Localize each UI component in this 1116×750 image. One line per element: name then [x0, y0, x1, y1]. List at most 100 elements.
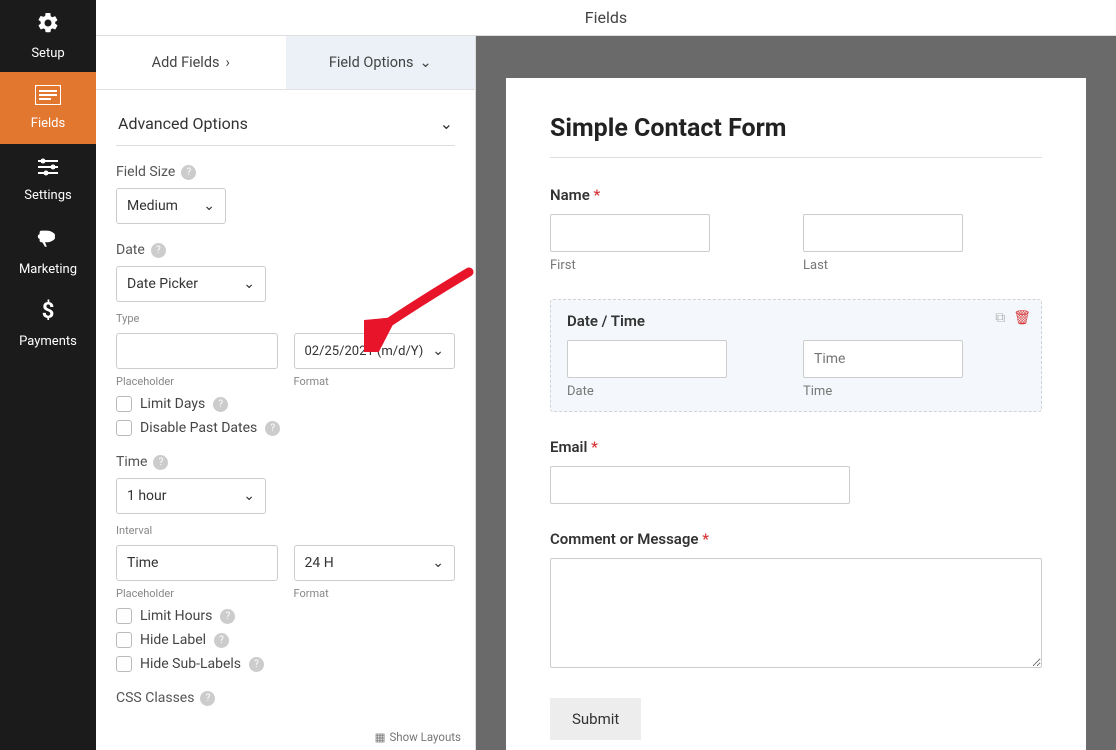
help-icon[interactable]: ? — [249, 657, 264, 672]
nav-payments[interactable]: $ Payments — [0, 288, 96, 360]
help-icon[interactable]: ? — [181, 165, 196, 180]
field-size-label: Field Size ? — [116, 164, 455, 180]
field-name[interactable]: Name * First Last — [550, 186, 1042, 273]
date-label: Date ? — [116, 242, 455, 258]
label-text: CSS Classes — [116, 690, 194, 706]
label-text: Email — [550, 438, 587, 456]
time-format-select[interactable]: 24 H ⌄ — [294, 545, 456, 581]
field-email[interactable]: Email * — [550, 438, 1042, 504]
divider — [550, 157, 1042, 158]
checkbox-label: Limit Days — [140, 396, 205, 412]
disable-past-dates-checkbox[interactable]: Disable Past Dates ? — [116, 420, 455, 436]
date-placeholder-input[interactable] — [116, 333, 278, 369]
name-first-input[interactable] — [550, 214, 710, 252]
nav-marketing[interactable]: Marketing — [0, 216, 96, 288]
select-value: Medium — [127, 198, 178, 214]
help-icon[interactable]: ? — [153, 455, 168, 470]
checkbox-label: Hide Sub-Labels — [140, 656, 241, 672]
chevron-down-icon: ⌄ — [432, 555, 444, 571]
field-label: Name * — [550, 186, 1042, 204]
email-input[interactable] — [550, 466, 850, 504]
checkbox-icon — [116, 396, 132, 412]
sub-label: Placeholder — [116, 375, 278, 388]
select-value: 02/25/2021 (m/d/Y) — [305, 344, 424, 359]
select-value: 24 H — [305, 555, 334, 571]
show-layouts-label: Show Layouts — [389, 730, 461, 744]
tab-add-fields[interactable]: Add Fields › — [96, 36, 286, 90]
grid-icon: ▦ — [375, 730, 386, 744]
svg-text:$: $ — [42, 299, 55, 323]
checkbox-label: Limit Hours — [140, 608, 212, 624]
submit-button[interactable]: Submit — [550, 698, 641, 740]
chevron-down-icon: ⌄ — [203, 198, 215, 214]
chevron-down-icon: ⌄ — [420, 54, 432, 71]
hide-label-checkbox[interactable]: Hide Label ? — [116, 632, 455, 648]
sub-label: Time — [803, 384, 1025, 399]
name-last-input[interactable] — [803, 214, 963, 252]
chevron-down-icon: ⌄ — [243, 488, 255, 504]
checkbox-icon — [116, 656, 132, 672]
topbar: Fields — [96, 0, 1116, 36]
field-size-select[interactable]: Medium ⌄ — [116, 188, 226, 224]
date-format-select[interactable]: 02/25/2021 (m/d/Y) ⌄ — [294, 333, 456, 369]
help-icon[interactable]: ? — [151, 243, 166, 258]
form-icon — [35, 85, 61, 110]
label-text: Field Size — [116, 164, 175, 180]
sub-label: Placeholder — [116, 587, 278, 600]
section-title: Advanced Options — [118, 114, 248, 133]
nav-setup[interactable]: Setup — [0, 0, 96, 72]
sub-label: Date — [567, 384, 789, 399]
help-icon[interactable]: ? — [265, 421, 280, 436]
required-star: * — [587, 438, 597, 456]
advanced-options-header[interactable]: Advanced Options ⌄ — [116, 102, 455, 146]
chevron-down-icon: ⌄ — [440, 114, 453, 133]
field-label: Comment or Message * — [550, 530, 1042, 548]
topbar-title: Fields — [585, 8, 627, 27]
submit-label: Submit — [572, 710, 619, 728]
required-star: * — [698, 530, 708, 548]
nav-label: Marketing — [19, 262, 77, 277]
checkbox-icon — [116, 608, 132, 624]
chevron-right-icon: › — [225, 54, 229, 71]
sub-label: Format — [294, 587, 456, 600]
limit-days-checkbox[interactable]: Limit Days ? — [116, 396, 455, 412]
sub-label: Type — [116, 312, 455, 325]
nav-label: Settings — [24, 188, 71, 203]
show-layouts-button[interactable]: ▦ Show Layouts — [375, 730, 461, 744]
hide-sublabels-checkbox[interactable]: Hide Sub-Labels ? — [116, 656, 455, 672]
nav-label: Fields — [31, 116, 65, 131]
date-input[interactable] — [567, 340, 727, 378]
gear-icon — [36, 11, 60, 40]
css-classes-label: CSS Classes ? — [116, 690, 455, 706]
sub-label: Format — [294, 375, 456, 388]
field-label: Date / Time — [567, 312, 1025, 330]
time-placeholder-input[interactable] — [116, 545, 278, 581]
duplicate-icon[interactable]: ⧉ — [995, 310, 1005, 326]
chevron-down-icon: ⌄ — [243, 276, 255, 292]
time-input[interactable] — [803, 340, 963, 378]
help-icon[interactable]: ? — [214, 633, 229, 648]
field-comment[interactable]: Comment or Message * — [550, 530, 1042, 672]
sliders-icon — [36, 157, 60, 182]
date-type-select[interactable]: Date Picker ⌄ — [116, 266, 266, 302]
help-icon[interactable]: ? — [213, 397, 228, 412]
nav-fields[interactable]: Fields — [0, 72, 96, 144]
nav-settings[interactable]: Settings — [0, 144, 96, 216]
options-panel: Add Fields › Field Options ⌄ Advanced Op… — [96, 36, 476, 750]
bullhorn-icon — [36, 227, 60, 256]
help-icon[interactable]: ? — [220, 609, 235, 624]
comment-textarea[interactable] — [550, 558, 1042, 668]
tab-label: Add Fields — [152, 54, 220, 71]
tab-field-options[interactable]: Field Options ⌄ — [286, 36, 476, 90]
nav-rail: Setup Fields Settings Marketing $ Paymen… — [0, 0, 96, 750]
delete-icon[interactable]: 🗑 — [1013, 310, 1031, 326]
label-text: Date — [116, 242, 145, 258]
sub-label: Interval — [116, 524, 455, 537]
help-icon[interactable]: ? — [200, 691, 215, 706]
form-preview: Simple Contact Form Name * First Last ⧉ … — [506, 78, 1086, 750]
limit-hours-checkbox[interactable]: Limit Hours ? — [116, 608, 455, 624]
time-interval-select[interactable]: 1 hour ⌄ — [116, 478, 266, 514]
field-date-time[interactable]: ⧉ 🗑 Date / Time Date Time — [550, 299, 1042, 412]
checkbox-icon — [116, 632, 132, 648]
checkbox-label: Disable Past Dates — [140, 420, 257, 436]
